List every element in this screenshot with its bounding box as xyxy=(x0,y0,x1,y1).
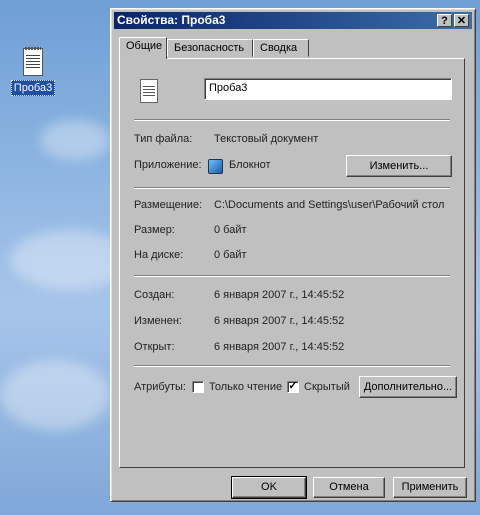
text-document-icon xyxy=(140,79,158,103)
cancel-button[interactable]: Отмена xyxy=(313,477,385,498)
file-name-field[interactable]: Проба3 xyxy=(204,78,452,100)
created-label: Создан: xyxy=(134,289,175,301)
opened-value: 6 января 2007 г., 14:45:52 xyxy=(214,341,345,353)
separator xyxy=(134,275,450,277)
hidden-checkbox[interactable]: ✓ xyxy=(287,381,299,393)
separator xyxy=(134,365,450,367)
tab-security[interactable]: Безопасность xyxy=(167,39,253,57)
separator xyxy=(134,119,450,121)
modified-label: Изменен: xyxy=(134,315,182,327)
size-label: Размер: xyxy=(134,224,175,236)
cloud-decoration xyxy=(0,360,110,430)
readonly-label: Только чтение xyxy=(209,381,283,393)
cloud-decoration xyxy=(40,120,110,160)
desktop-icon-label: Проба3 xyxy=(10,80,56,96)
location-label: Размещение: xyxy=(134,199,203,211)
advanced-button[interactable]: Дополнительно... xyxy=(359,376,457,398)
disk-size-label: На диске: xyxy=(134,249,184,261)
created-value: 6 января 2007 г., 14:45:52 xyxy=(214,289,345,301)
application-value: Блокнот xyxy=(229,159,271,171)
change-button[interactable]: Изменить... xyxy=(346,155,452,177)
attributes-label: Атрибуты: xyxy=(134,381,186,393)
properties-dialog: Свойства: Проба3 ? ✕ Общие Безопасность … xyxy=(110,8,476,502)
disk-size-value: 0 байт xyxy=(214,249,247,261)
modified-value: 6 января 2007 г., 14:45:52 xyxy=(214,315,345,327)
ok-button[interactable]: OK xyxy=(231,476,307,499)
notepad-icon xyxy=(208,159,223,174)
help-button[interactable]: ? xyxy=(437,14,452,27)
file-type-label: Тип файла: xyxy=(134,133,193,145)
readonly-checkbox[interactable] xyxy=(192,381,204,393)
text-document-icon xyxy=(23,47,43,76)
location-value: C:\Documents and Settings\user\Рабочий с… xyxy=(214,199,445,211)
hidden-label: Скрытый xyxy=(304,381,350,393)
tab-general[interactable]: Общие xyxy=(119,37,167,59)
size-value: 0 байт xyxy=(214,224,247,236)
tab-page-general: Проба3 Тип файла: Текстовый документ При… xyxy=(119,58,465,468)
separator xyxy=(134,187,450,189)
application-label: Приложение: xyxy=(134,159,202,171)
dialog-title: Свойства: Проба3 xyxy=(117,13,226,27)
opened-label: Открыт: xyxy=(134,341,175,353)
apply-button[interactable]: Применить xyxy=(393,477,467,498)
dialog-titlebar[interactable]: Свойства: Проба3 ? ✕ xyxy=(114,12,472,29)
tab-summary[interactable]: Сводка xyxy=(253,39,309,57)
desktop-file-icon[interactable]: Проба3 xyxy=(8,47,58,96)
file-type-value: Текстовый документ xyxy=(214,133,319,145)
close-button[interactable]: ✕ xyxy=(454,14,469,27)
